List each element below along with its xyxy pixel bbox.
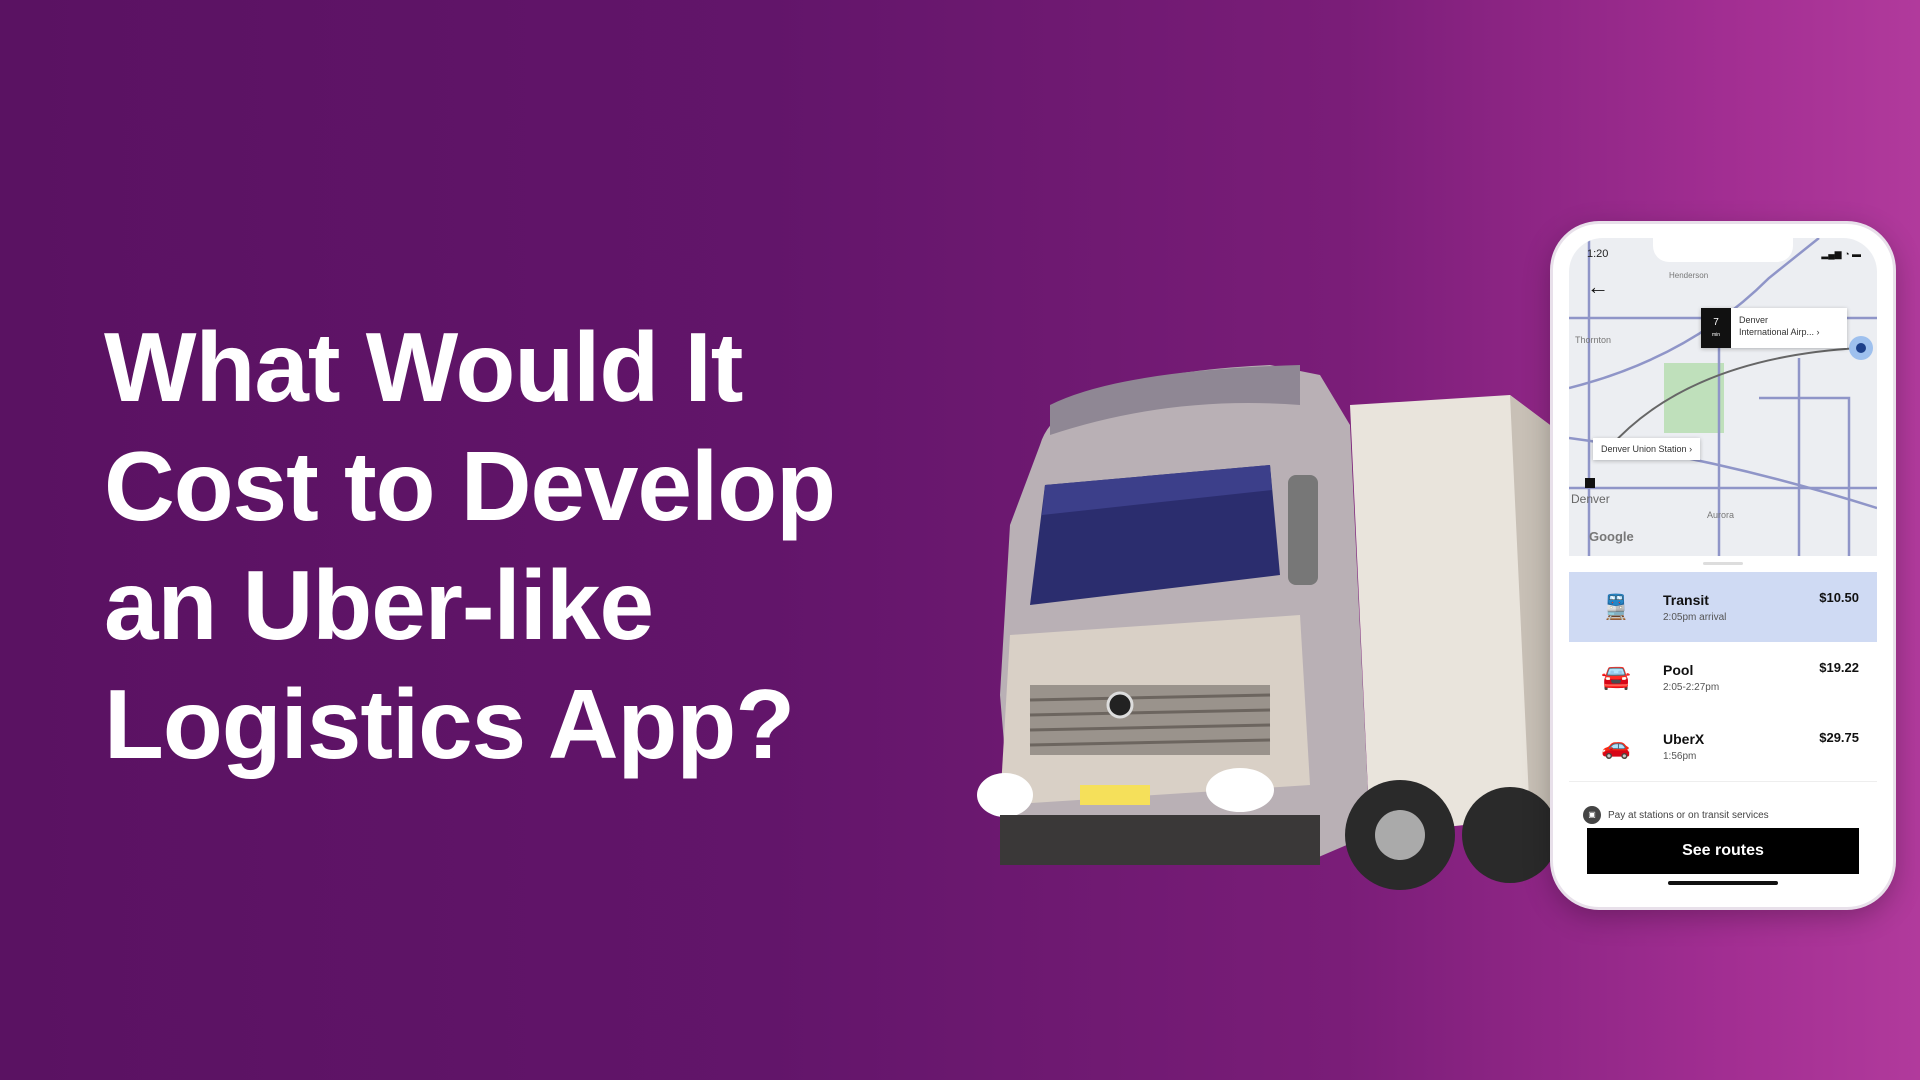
- phone-mockup: Henderson Thornton Denver Aurora 1:20 ▂▄…: [1553, 224, 1893, 907]
- headline-line: Logistics App?: [104, 669, 795, 779]
- destination-callout[interactable]: 7 min Denver International Airp... ›: [1701, 308, 1847, 348]
- payment-note: ▣ Pay at stations or on transit services: [1583, 806, 1769, 824]
- phone-screen: Henderson Thornton Denver Aurora 1:20 ▂▄…: [1569, 238, 1877, 893]
- eta-unit: min: [1711, 332, 1721, 338]
- map-view[interactable]: Henderson Thornton Denver Aurora 1:20 ▂▄…: [1569, 238, 1877, 556]
- status-time: 1:20: [1587, 248, 1609, 260]
- map-label: Henderson: [1669, 271, 1708, 280]
- map-label: Aurora: [1707, 510, 1734, 520]
- option-time: 1:56pm: [1663, 751, 1697, 762]
- ride-option-transit[interactable]: 🚆 Transit 2:05pm arrival $10.50: [1569, 572, 1877, 642]
- option-price: $10.50: [1819, 590, 1859, 605]
- status-icons: ▂▄▆ ◔ ▬: [1821, 249, 1861, 259]
- option-name: UberX: [1663, 731, 1705, 747]
- pool-car-icon: 🚘: [1601, 663, 1631, 691]
- google-attribution: Google: [1589, 529, 1634, 544]
- back-arrow-icon[interactable]: ←: [1587, 274, 1609, 300]
- origin-callout[interactable]: Denver Union Station ›: [1593, 438, 1701, 460]
- payment-note-text: Pay at stations or on transit services: [1608, 809, 1769, 821]
- destination-name: Denver: [1739, 315, 1769, 325]
- ride-option-pool[interactable]: 🚘 Pool 2:05-2:27pm $19.22: [1569, 642, 1877, 712]
- map-label: Denver: [1571, 492, 1610, 506]
- eta-value: 7: [1713, 317, 1719, 328]
- headline: What Would It Cost to Develop an Uber-li…: [104, 308, 836, 784]
- home-indicator: [1668, 881, 1778, 885]
- map-label: Thornton: [1575, 335, 1611, 345]
- map-roads: Henderson Thornton Denver Aurora: [1569, 238, 1877, 556]
- sheet-handle[interactable]: [1703, 562, 1743, 565]
- option-name: Pool: [1663, 661, 1694, 678]
- car-icon: 🚗: [1601, 733, 1631, 760]
- headline-line: Cost to Develop: [104, 431, 836, 541]
- origin-name: Denver Union Station: [1601, 444, 1687, 454]
- truck-illustration: [977, 365, 1560, 890]
- train-icon: 🚆: [1601, 593, 1631, 621]
- ride-option-uberx[interactable]: 🚗 UberX 1:56pm $29.75: [1569, 712, 1877, 782]
- option-price: $29.75: [1819, 730, 1859, 745]
- headline-line: an Uber-like: [104, 550, 654, 660]
- option-time: 2:05-2:27pm: [1663, 681, 1720, 693]
- destination-name-2: International Airp...: [1739, 327, 1815, 337]
- headline-line: What Would It: [104, 312, 743, 422]
- payment-icon: ▣: [1583, 806, 1601, 824]
- phone-notch: [1653, 238, 1793, 262]
- option-name: Transit: [1663, 591, 1709, 608]
- option-price: $19.22: [1819, 660, 1859, 675]
- see-routes-button[interactable]: See routes: [1587, 828, 1859, 874]
- option-time: 2:05pm arrival: [1663, 611, 1727, 623]
